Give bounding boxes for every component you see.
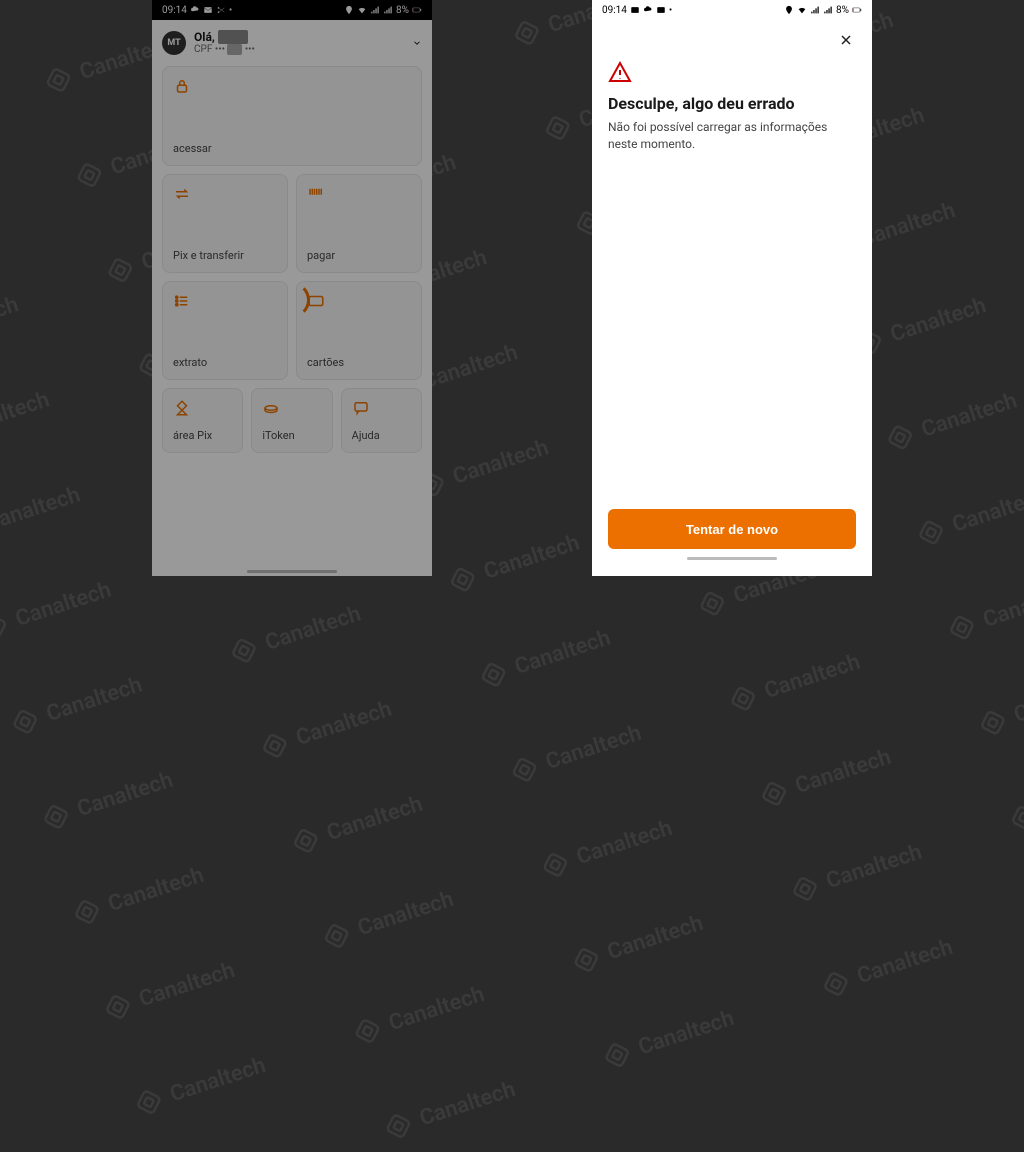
battery-icon [852,5,862,15]
location-icon [784,5,794,15]
cloud-icon [643,5,653,15]
tile-label: pagar [307,249,411,262]
card-icon [307,292,411,313]
wifi-icon [797,5,807,15]
lock-icon [173,77,411,98]
signal-icon [370,5,380,15]
access-card[interactable]: acessar [162,66,422,166]
phone-right-error: 09:14 • 8% [592,0,872,576]
list-icon [173,292,277,313]
scissors-icon [216,5,226,15]
location-icon [344,5,354,15]
greeting-text: Olá, [194,30,215,44]
home-indicator [247,570,337,573]
loading-spinner [274,282,310,318]
tile-label: Pix e transferir [173,249,277,262]
status-bar: 09:14 • 8% [152,0,432,20]
close-button[interactable] [836,30,856,50]
status-bar: 09:14 • 8% [592,0,872,20]
home-indicator [687,557,777,560]
tile-pagar[interactable]: pagar [296,174,422,273]
signal-icon-2 [823,5,833,15]
error-message: Não foi possível carregar as informações… [608,119,856,153]
image-icon [630,5,640,15]
tile-label: extrato [173,356,277,369]
tile-label: área Pix [173,429,232,442]
tile-cartoes[interactable]: cartões [296,281,422,380]
tile-itoken[interactable]: iToken [251,388,332,453]
status-time: 09:14 [602,5,627,16]
help-icon [352,399,411,420]
tile-area-pix[interactable]: área Pix [162,388,243,453]
tile-label: cartões [307,356,411,369]
warning-icon [608,60,632,84]
tile-label: iToken [262,429,321,442]
access-label: acessar [173,142,411,155]
home-body: MT Olá, xxxxx CPF ••• xxx ••• acessar Pi… [152,20,432,576]
error-title: Desculpe, algo deu errado [608,94,856,113]
tile-label: Ajuda [352,429,411,442]
mail-icon [656,5,666,15]
close-icon [838,32,854,48]
barcode-icon [307,185,411,206]
tile-extrato[interactable]: extrato [162,281,288,380]
avatar[interactable]: MT [162,31,186,55]
battery-pct: 8% [836,5,849,16]
retry-button[interactable]: Tentar de novo [608,509,856,549]
cpf-label: CPF ••• [194,44,225,55]
status-time: 09:14 [162,5,187,16]
user-header[interactable]: MT Olá, xxxxx CPF ••• xxx ••• [162,26,422,66]
mail-icon [203,5,213,15]
signal-icon-2 [383,5,393,15]
chevron-down-icon[interactable] [412,38,422,48]
cloud-icon [190,5,200,15]
tile-pix-transfer[interactable]: Pix e transferir [162,174,288,273]
battery-pct: 8% [396,5,409,16]
battery-icon [412,5,422,15]
phone-left-loading: 09:14 • 8% MT Olá, xxxxx CPF ••• xxx [152,0,432,576]
wifi-icon [357,5,367,15]
pix-icon [173,399,232,420]
signal-icon [810,5,820,15]
token-icon [262,399,321,420]
transfer-icon [173,185,277,206]
status-dot: • [669,5,672,16]
status-dot: • [229,5,232,16]
tile-ajuda[interactable]: Ajuda [341,388,422,453]
screenshot-pair: 09:14 • 8% MT Olá, xxxxx CPF ••• xxx [0,0,1024,576]
cpf-mask-tail: ••• [245,44,255,55]
